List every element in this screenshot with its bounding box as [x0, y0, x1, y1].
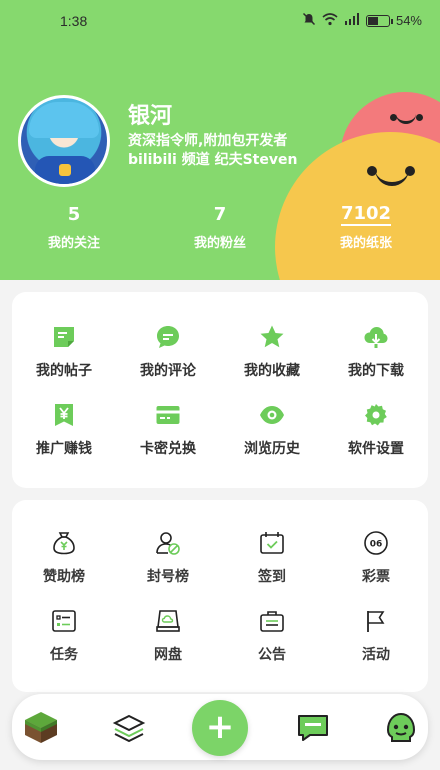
- chat-icon: [298, 715, 328, 741]
- signal-icon: [344, 13, 360, 28]
- menu-label: 赞助榜: [43, 569, 85, 585]
- comment-icon: [157, 326, 179, 348]
- menu-tasks[interactable]: 任务: [12, 608, 116, 664]
- mute-icon: [302, 12, 316, 29]
- menu-label: 封号榜: [147, 569, 189, 585]
- flag-icon: [367, 611, 385, 632]
- menu-label: 浏览历史: [244, 441, 300, 457]
- menu-my-comments[interactable]: 我的评论: [116, 324, 220, 380]
- user-bio: 资深指令师,附加包开发者 bilibili 频道 纪夫Steven: [128, 132, 297, 170]
- stat-paper[interactable]: 7102 我的纸张: [306, 203, 426, 252]
- paper-label: 我的纸张: [339, 236, 392, 251]
- menu-announcements[interactable]: 公告: [220, 608, 324, 664]
- menu-label: 彩票: [362, 569, 390, 585]
- followers-count: 7: [213, 204, 227, 225]
- username: 银河: [128, 104, 173, 129]
- creeper-face-icon: [386, 712, 416, 742]
- battery-icon: [365, 14, 393, 27]
- banned-user-icon: [156, 532, 180, 555]
- paper-count: 7102: [340, 203, 392, 226]
- bottom-nav: +: [12, 694, 428, 760]
- calendar-check-icon: [260, 532, 284, 554]
- star-icon: [260, 325, 284, 348]
- wifi-icon: [322, 12, 338, 29]
- menu-label: 活动: [362, 647, 390, 663]
- eye-icon: [260, 406, 284, 424]
- stats-row: 5 我的关注 7 我的粉丝 7102 我的纸张: [0, 204, 440, 260]
- menu-sponsor-rank[interactable]: 赞助榜: [12, 530, 116, 586]
- menu-label: 软件设置: [348, 441, 404, 457]
- menu-label: 我的收藏: [244, 363, 300, 379]
- bio-line-1: 资深指令师,附加包开发者: [128, 133, 288, 149]
- status-time: 1:38: [60, 13, 88, 29]
- money-bag-icon: [53, 532, 75, 555]
- personal-menu-card: 我的帖子 我的评论 我的收藏 我的下载 推广赚钱 卡密兑换 浏览历史 软件设置: [12, 292, 428, 488]
- menu-label: 公告: [258, 647, 286, 663]
- cloud-drive-icon: [156, 610, 180, 632]
- gear-icon: [365, 404, 387, 426]
- menu-label: 我的帖子: [36, 363, 92, 379]
- lottery-badge: 06: [370, 540, 383, 550]
- menu-browse-history[interactable]: 浏览历史: [220, 402, 324, 458]
- nav-messages[interactable]: [294, 708, 332, 746]
- bio-line-2: bilibili 频道 纪夫Steven: [128, 152, 298, 168]
- menu-ban-rank[interactable]: 封号榜: [116, 530, 220, 586]
- menu-label: 网盘: [154, 647, 182, 663]
- menu-label: 我的下载: [348, 363, 404, 379]
- following-label: 我的关注: [47, 236, 100, 251]
- task-list-icon: [52, 610, 76, 632]
- followers-label: 我的粉丝: [193, 236, 246, 251]
- lottery-ball-icon: 06: [364, 531, 388, 555]
- menu-label: 签到: [258, 569, 286, 585]
- avatar[interactable]: [18, 95, 110, 187]
- battery-percent: 54%: [395, 13, 422, 28]
- status-bar: 1:38 54%: [0, 0, 440, 44]
- community-menu-card: 赞助榜 封号榜 签到 06 彩票 任务 网盘 公告 活动: [12, 500, 428, 692]
- menu-promote-earn[interactable]: 推广赚钱: [12, 402, 116, 458]
- yen-icon: [55, 404, 73, 426]
- menu-label: 我的评论: [140, 363, 196, 379]
- post-icon: [54, 327, 74, 347]
- cloud-download-icon: [364, 327, 388, 348]
- stat-followers[interactable]: 7 我的粉丝: [160, 204, 280, 251]
- menu-label: 卡密兑换: [140, 441, 196, 457]
- card-icon: [156, 406, 180, 424]
- layers-icon: [112, 714, 146, 743]
- menu-my-downloads[interactable]: 我的下载: [324, 324, 428, 380]
- create-post-button[interactable]: +: [192, 700, 248, 756]
- menu-label: 任务: [50, 647, 78, 663]
- nav-home[interactable]: [22, 708, 60, 746]
- status-icons: 54%: [302, 12, 422, 29]
- following-count: 5: [67, 204, 81, 225]
- menu-label: 推广赚钱: [36, 441, 92, 457]
- announcement-icon: [260, 611, 284, 632]
- menu-events[interactable]: 活动: [324, 608, 428, 664]
- menu-my-favorites[interactable]: 我的收藏: [220, 324, 324, 380]
- menu-check-in[interactable]: 签到: [220, 530, 324, 586]
- profile-header: 1:38 54% 银河 资深指令师,附加包开发者 bilibili 频道 纪夫S…: [0, 0, 440, 280]
- nav-resources[interactable]: [110, 708, 148, 746]
- stat-following[interactable]: 5 我的关注: [14, 204, 134, 251]
- menu-cloud-drive[interactable]: 网盘: [116, 608, 220, 664]
- nav-profile[interactable]: [382, 708, 420, 746]
- menu-my-posts[interactable]: 我的帖子: [12, 324, 116, 380]
- menu-card-redeem[interactable]: 卡密兑换: [116, 402, 220, 458]
- grass-block-icon: [25, 712, 57, 743]
- menu-app-settings[interactable]: 软件设置: [324, 402, 428, 458]
- menu-lottery[interactable]: 06 彩票: [324, 530, 428, 586]
